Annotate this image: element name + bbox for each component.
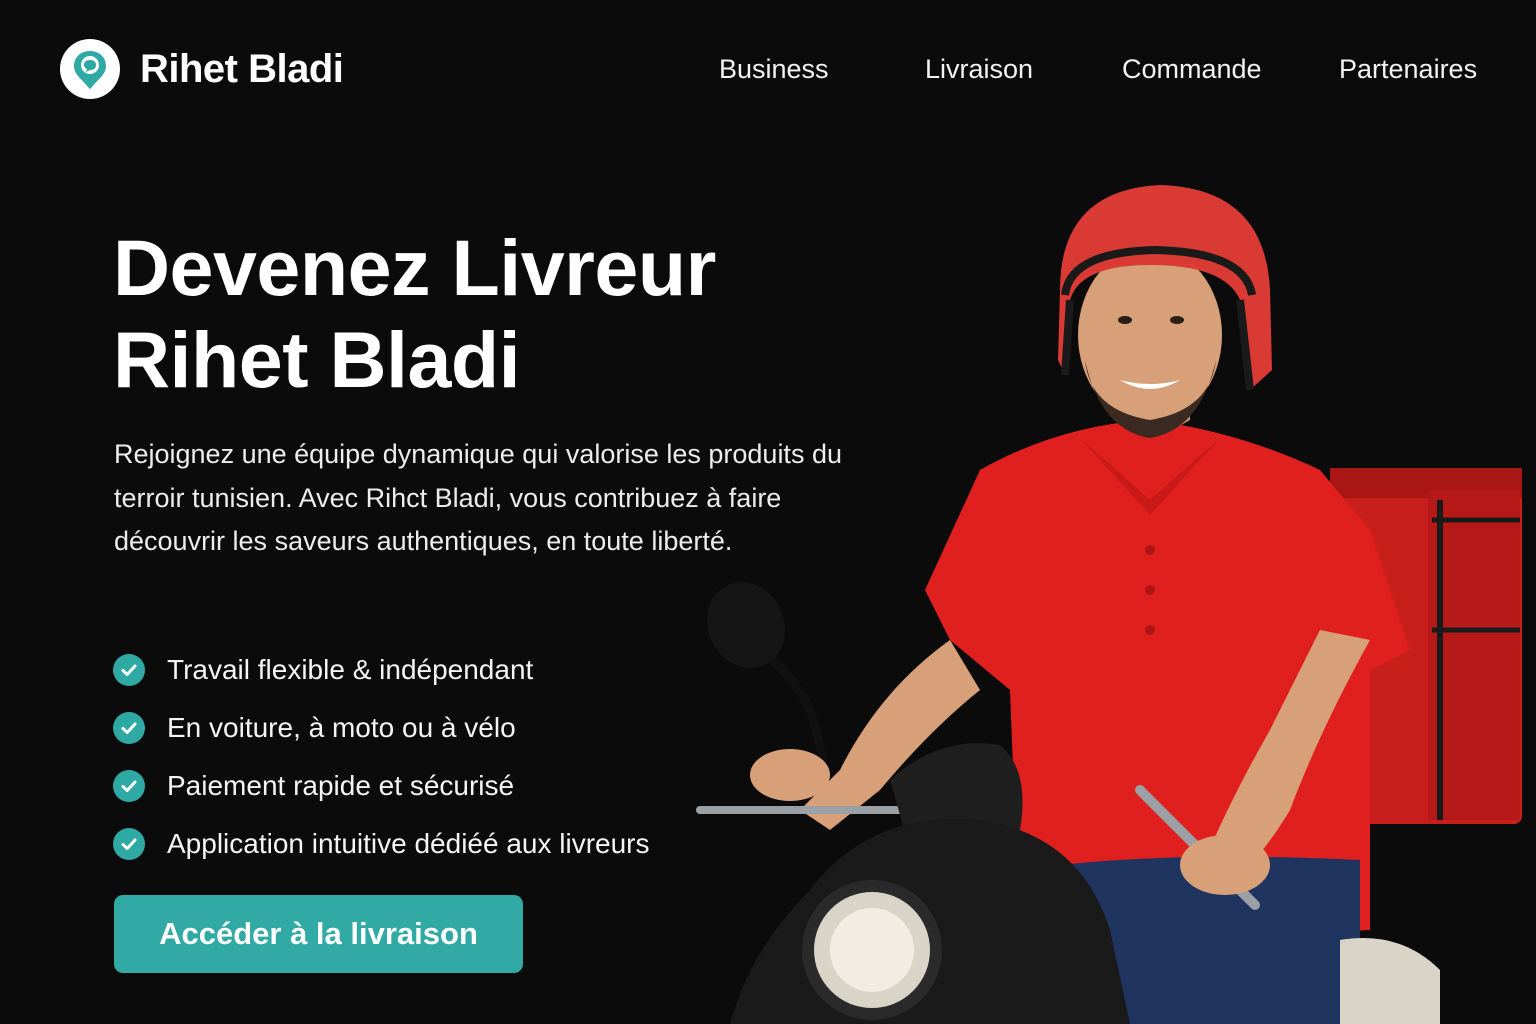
feature-item: Travail flexible & indépendant: [113, 641, 650, 699]
check-circle-icon: [113, 828, 145, 860]
nav-link-business[interactable]: Business: [719, 54, 829, 85]
left-mirror: [706, 582, 827, 765]
check-circle-icon: [113, 654, 145, 686]
rider-head: [1078, 247, 1222, 438]
delivery-rider-illustration: [696, 185, 1522, 1024]
feature-label: Paiement rapide et sécurisé: [167, 770, 515, 801]
check-circle-icon: [113, 712, 145, 744]
location-pin-icon: [60, 39, 120, 99]
hero-title-line-1: Devenez Livreur: [113, 223, 716, 312]
feature-label: Application intuitive dédiéé aux livreur…: [167, 828, 650, 859]
brand-logo[interactable]: Rihet Bladi: [60, 39, 344, 99]
brand-name: Rihet Bladi: [140, 46, 344, 91]
feature-label: En voiture, à moto ou à vélo: [167, 712, 516, 743]
nav-link-partenaires[interactable]: Partenaires: [1339, 54, 1477, 85]
nav-link-livraison[interactable]: Livraison: [925, 54, 1033, 85]
nav-link-commande[interactable]: Commande: [1122, 54, 1262, 85]
check-circle-icon: [113, 770, 145, 802]
feature-list: Travail flexible & indépendant En voitur…: [113, 641, 650, 873]
hero-title-line-2: Rihet Bladi: [113, 315, 521, 404]
feature-item: Paiement rapide et sécurisé: [113, 757, 650, 815]
hero-title: Devenez Livreur Rihet Bladi: [113, 222, 716, 406]
feature-label: Travail flexible & indépendant: [167, 654, 534, 685]
access-delivery-button[interactable]: Accéder à la livraison: [114, 895, 523, 973]
feature-item: En voiture, à moto ou à vélo: [113, 699, 650, 757]
feature-item: Application intuitive dédiéé aux livreur…: [113, 815, 650, 873]
